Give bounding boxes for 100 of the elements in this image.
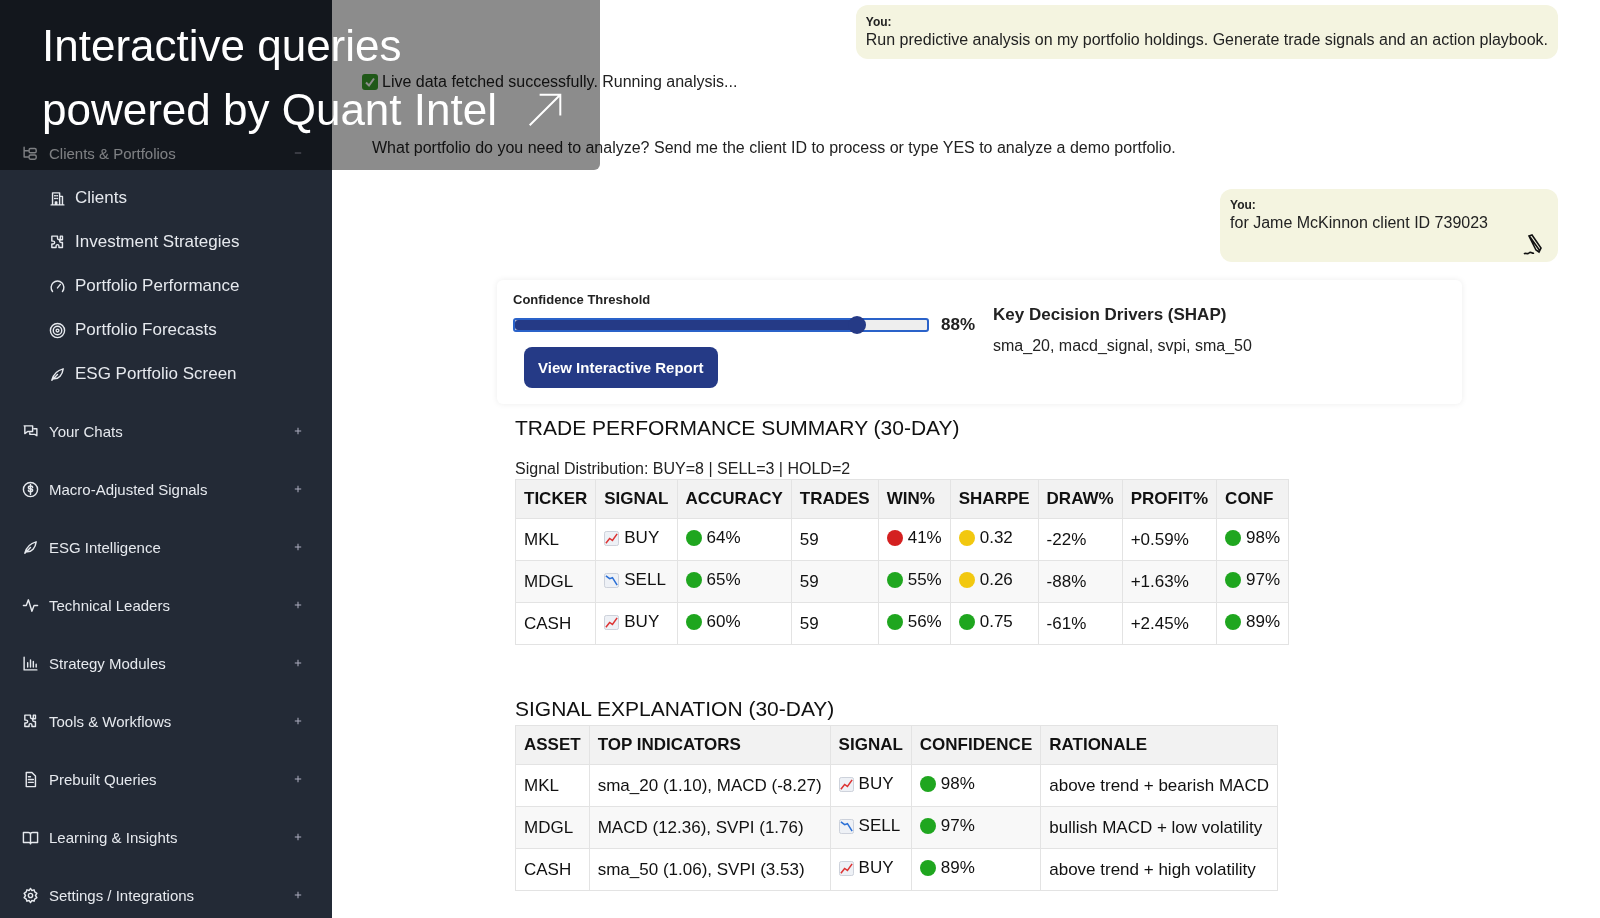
plus-icon[interactable]: [294, 717, 302, 725]
signal-cell: BUY: [830, 764, 912, 807]
table-cell: 59: [791, 602, 879, 645]
sender-label: You:: [1230, 198, 1257, 212]
signal-cell: SELL: [830, 806, 912, 849]
status-cell: 97%: [1216, 560, 1289, 603]
column-header: ASSET: [515, 725, 590, 765]
signal-cell: BUY: [595, 602, 677, 645]
slider-label: Confidence Threshold: [513, 292, 652, 307]
chart-up-icon: [604, 530, 620, 546]
sidebar-subitem[interactable]: ESG Portfolio Screen: [0, 359, 332, 389]
signal-cell: BUY: [595, 518, 677, 561]
table-cell: +1.63%: [1122, 560, 1217, 603]
signal-distribution: Signal Distribution: BUY=8 | SELL=3 | HOLD=2: [515, 460, 852, 478]
column-header: SHARPE: [950, 479, 1039, 519]
plus-icon[interactable]: [294, 891, 302, 899]
leaf-icon: [22, 538, 39, 556]
message-text: Run predictive analysis on my portfolio holdings. Generate trade signals and an action playbook.: [865, 31, 1548, 49]
table-cell: MKL: [515, 518, 596, 561]
plus-icon[interactable]: [294, 543, 302, 551]
column-header: DRAW%: [1038, 479, 1123, 519]
drivers-list: sma_20, macd_signal, svpi, sma_50: [993, 337, 1252, 355]
chart-up-icon: [604, 614, 620, 630]
slider-thumb[interactable]: [847, 316, 866, 334]
sender-label: You:: [865, 15, 893, 29]
sidebar-item[interactable]: Strategy Modules: [0, 648, 332, 678]
view-report-button[interactable]: View Interactive Report: [524, 347, 718, 388]
column-header: ACCURACY: [677, 479, 792, 519]
status-cell: 55%: [878, 560, 951, 603]
status-cell: 97%: [911, 806, 1041, 849]
table-cell: CASH: [515, 848, 590, 891]
section-title: SIGNAL EXPLANATION (30-DAY): [515, 697, 836, 721]
drivers-title: Key Decision Drivers (SHAP): [993, 305, 1228, 325]
chart-up-icon: [838, 776, 854, 792]
arrow-icon: [526, 92, 563, 128]
bar-chart-icon: [22, 654, 39, 672]
plus-icon[interactable]: [294, 833, 302, 841]
sidebar-item[interactable]: Prebuilt Queries: [0, 764, 332, 794]
sidebar-item[interactable]: Technical Leaders: [0, 590, 332, 620]
table-cell: MACD (12.36), SVPI (1.76): [589, 806, 831, 849]
sidebar-item[interactable]: Macro-Adjusted Signals: [0, 474, 332, 504]
table-cell: +0.59%: [1122, 518, 1217, 561]
plus-icon[interactable]: [294, 601, 302, 609]
table-cell: sma_50 (1.06), SVPI (3.53): [589, 848, 831, 891]
chart-up-icon: [838, 860, 854, 876]
sidebar-item[interactable]: Your Chats: [0, 416, 332, 446]
column-header: WIN%: [878, 479, 951, 519]
table-cell: -61%: [1038, 602, 1123, 645]
column-header: SIGNAL: [830, 725, 912, 765]
sidebar-subitem[interactable]: Portfolio Performance: [0, 271, 332, 301]
target-icon: [49, 321, 66, 339]
sidebar-subitem[interactable]: Clients: [0, 183, 332, 213]
message-text: What portfolio do you need to analyze? Send me the client ID to process or type YES to analyze a demo portfolio.: [372, 139, 1177, 157]
status-cell: 60%: [677, 602, 792, 645]
status-cell: 64%: [677, 518, 792, 561]
table-cell: sma_20 (1.10), MACD (-8.27): [589, 764, 831, 807]
table-cell: +2.45%: [1122, 602, 1217, 645]
message-text: for Jame McKinnon client ID 739023: [1230, 214, 1488, 232]
settings-icon: [22, 886, 39, 904]
sidebar-item[interactable]: Settings / Integrations: [0, 880, 332, 910]
column-header: CONF: [1216, 479, 1289, 519]
plus-icon[interactable]: [294, 485, 302, 493]
sidebar-subitem[interactable]: Portfolio Forecasts: [0, 315, 332, 345]
column-header: SIGNAL: [595, 479, 677, 519]
table-cell: MKL: [515, 764, 590, 807]
table-cell: above trend + high volatility: [1040, 848, 1278, 891]
sidebar-item[interactable]: Tools & Workflows: [0, 706, 332, 736]
dollar-icon: [22, 480, 39, 498]
table-cell: above trend + bearish MACD: [1040, 764, 1278, 807]
caption-text: Interactive queries: [42, 24, 402, 68]
leaf-icon: [49, 365, 66, 383]
status-cell: 89%: [911, 848, 1041, 891]
pulse-icon: [22, 596, 39, 614]
plus-icon[interactable]: [294, 659, 302, 667]
sidebar-item[interactable]: Clients & Portfolios: [0, 138, 332, 168]
table-cell: MDGL: [515, 560, 596, 603]
building-icon: [49, 189, 66, 207]
slider-value: 88%: [941, 315, 976, 335]
table-cell: 59: [791, 518, 879, 561]
plus-icon[interactable]: [294, 775, 302, 783]
status-cell: 89%: [1216, 602, 1289, 645]
hierarchy-icon: [22, 144, 39, 162]
status-cell: 56%: [878, 602, 951, 645]
column-header: TOP INDICATORS: [589, 725, 831, 765]
sidebar-item[interactable]: ESG Intelligence: [0, 532, 332, 562]
sidebar-subitem[interactable]: Investment Strategies: [0, 227, 332, 257]
chart-down-icon: [604, 572, 620, 588]
chart-down-icon: [838, 818, 854, 834]
table-cell: -22%: [1038, 518, 1123, 561]
column-header: TRADES: [791, 479, 879, 519]
sidebar-item[interactable]: Learning & Insights: [0, 822, 332, 852]
table-cell: -88%: [1038, 560, 1123, 603]
puzzle-icon: [22, 712, 39, 730]
plus-icon[interactable]: [294, 427, 302, 435]
status-cell: 41%: [878, 518, 951, 561]
confidence-slider[interactable]: [513, 318, 929, 332]
status-cell: 65%: [677, 560, 792, 603]
puzzle-icon: [49, 233, 66, 251]
table-cell: CASH: [515, 602, 596, 645]
column-header: TICKER: [515, 479, 596, 519]
